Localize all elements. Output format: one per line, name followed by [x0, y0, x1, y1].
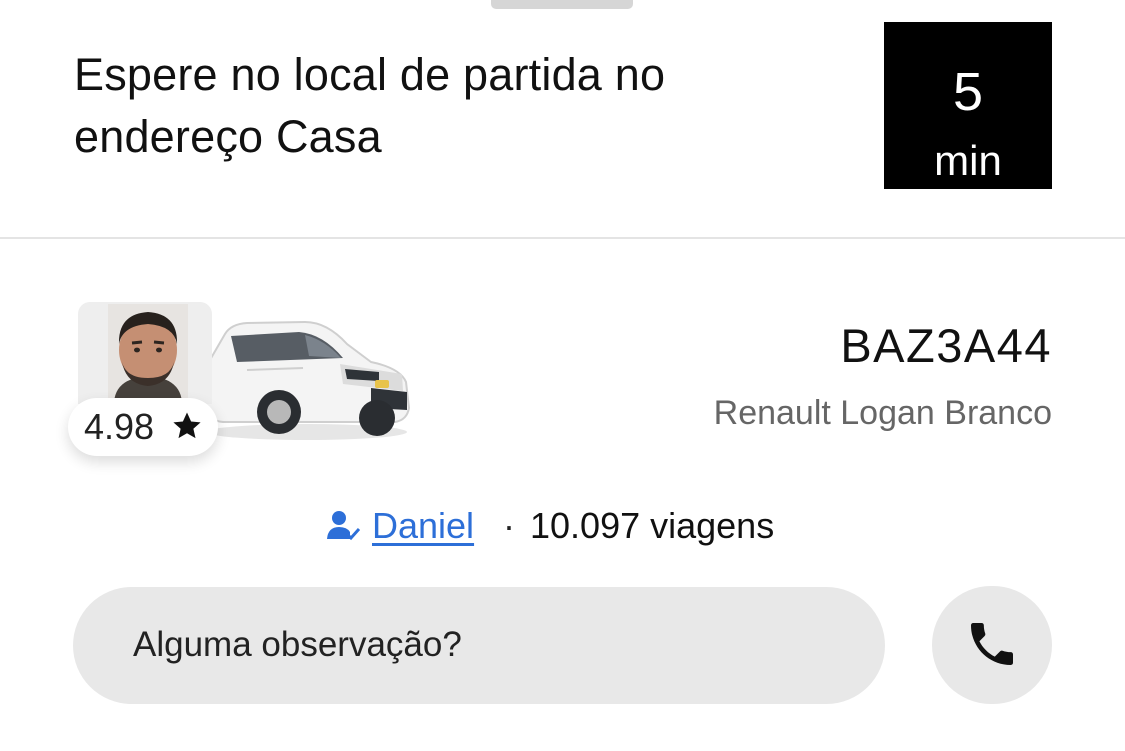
section-divider	[0, 237, 1125, 239]
trip-sheet: Espere no local de partida no endereço C…	[0, 0, 1125, 751]
driver-rating-badge: 4.98	[68, 398, 218, 456]
eta-badge: 5 min	[884, 22, 1052, 189]
eta-value: 5	[952, 62, 984, 122]
star-icon	[173, 412, 201, 439]
trip-status-title: Espere no local de partida no endereço C…	[74, 49, 666, 162]
driver-avatar-icon	[108, 304, 188, 402]
phone-icon	[971, 623, 1013, 665]
note-input-placeholder: Alguma observação?	[133, 625, 462, 664]
note-input[interactable]: Alguma observação?	[73, 587, 885, 704]
vehicle-model: Renault Logan Branco	[713, 394, 1052, 432]
eta-unit: min	[934, 137, 1002, 184]
car-image	[202, 320, 411, 440]
driver-trip-count: 10.097 viagens	[530, 505, 775, 546]
separator-dot: ·	[503, 505, 515, 546]
license-plate: BAZ3A44	[840, 319, 1052, 372]
driver-photo[interactable]	[78, 302, 212, 404]
call-driver-button[interactable]	[932, 586, 1052, 704]
sheet-drag-handle[interactable]	[491, 0, 633, 9]
driver-name-link[interactable]: Daniel	[372, 504, 474, 548]
driver-rating-value: 4.98	[84, 406, 155, 447]
verified-person-icon	[327, 511, 360, 541]
